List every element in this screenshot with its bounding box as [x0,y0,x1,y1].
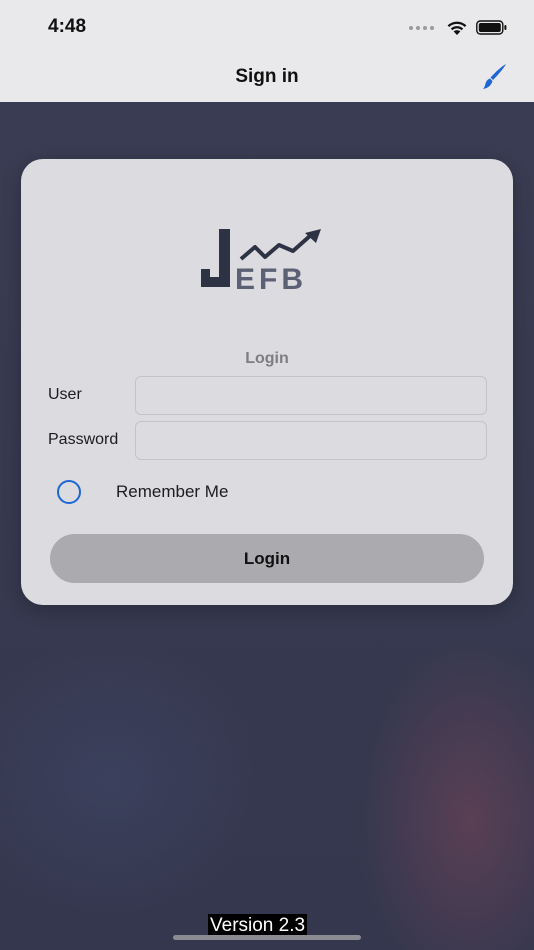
remember-me-label: Remember Me [116,482,229,501]
signal-icon [409,26,434,30]
password-label: Password [48,431,119,448]
section-title: Login [245,350,289,367]
password-input[interactable] [135,421,487,460]
login-button[interactable]: Login [50,534,484,583]
radio-icon[interactable] [57,480,81,504]
svg-text:EFB: EFB [235,263,307,296]
battery-icon [476,20,507,35]
top-bar: 4:48 Sign in [0,0,534,102]
page-title: Sign in [235,66,299,87]
login-card: EFB Login User Password Remember Me Logi… [21,159,513,605]
status-time: 4:48 [48,16,87,37]
theme-button[interactable] [478,60,512,94]
paintbrush-icon [483,64,506,89]
remember-me-toggle[interactable]: Remember Me [57,479,228,505]
jefb-logo: EFB [201,229,321,296]
home-indicator [173,935,361,940]
status-icons [409,18,508,38]
user-label: User [48,386,82,403]
user-input[interactable] [135,376,487,415]
wifi-icon [447,21,467,35]
